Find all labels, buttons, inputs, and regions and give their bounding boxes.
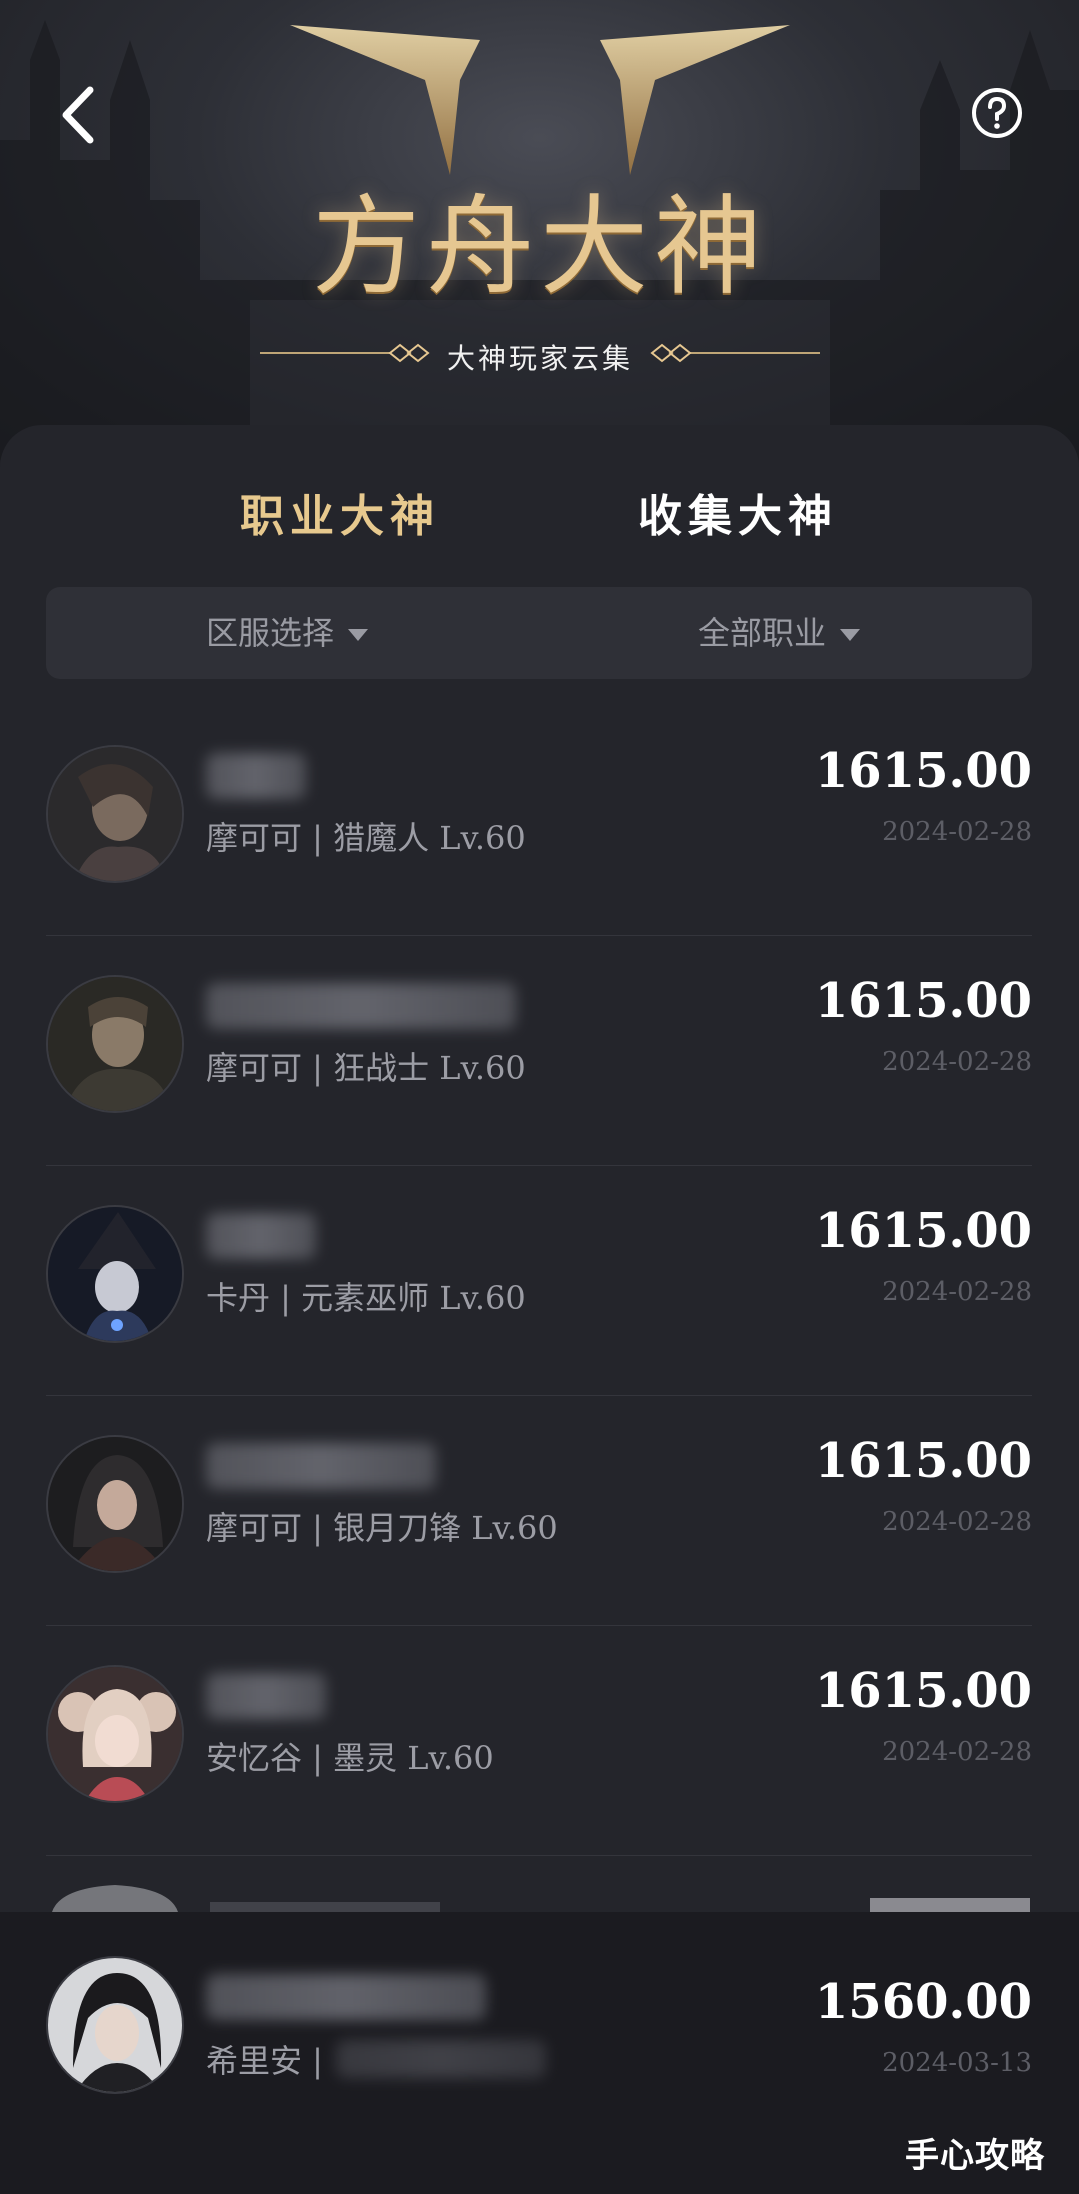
watermark-text: 手心攻略 [905,2136,1045,2176]
player-date: 2024-02-28 [882,1737,1032,1767]
player-server-class: 摩可可 | 狂战士 Lv.60 [206,1049,526,1087]
my-date: 2024-03-13 [882,2048,1032,2078]
avatar [46,1435,184,1573]
filter-bar: 区服选择 全部职业 [46,587,1032,679]
list-item[interactable]: 摩可可 | 银月刀锋 Lv.60 1615.00 2024-02-28 [46,1395,1032,1626]
class-redacted [336,2040,546,2078]
avatar [46,745,184,883]
player-score: 1615.00 [814,1663,1032,1719]
tab-bar: 职业大神 收集大神 [0,480,1079,611]
logo-subtitle: 大神玩家云集 [446,342,633,375]
hero-banner: 方舟大神 大神玩家云集 [0,0,1079,460]
player-score: 1615.00 [814,973,1032,1029]
player-score: 1615.00 [814,1203,1032,1259]
list-item-partial [0,1880,1079,1912]
my-score: 1560.00 [814,1974,1032,2030]
player-name-redacted [206,753,306,799]
player-date: 2024-02-28 [882,1047,1032,1077]
avatar [46,975,184,1113]
player-name-redacted [206,1673,326,1719]
avatar [46,1956,184,2094]
player-server-class: 摩可可 | 银月刀锋 Lv.60 [206,1509,558,1547]
player-server-class: 摩可可 | 猎魔人 Lv.60 [206,819,526,857]
list-item[interactable]: 摩可可 | 狂战士 Lv.60 1615.00 2024-02-28 [46,935,1032,1166]
job-select[interactable]: 全部职业 [698,587,861,679]
list-item[interactable]: 摩可可 | 猎魔人 Lv.60 1615.00 2024-02-28 [46,705,1032,936]
list-item[interactable]: 卡丹 | 元素巫师 Lv.60 1615.00 2024-02-28 [46,1165,1032,1396]
caret-down-icon [840,629,861,641]
player-server-class: 卡丹 | 元素巫师 Lv.60 [206,1279,526,1317]
caret-down-icon [348,629,369,641]
player-date: 2024-02-28 [882,1507,1032,1537]
player-score: 1615.00 [814,743,1032,799]
server-select[interactable]: 区服选择 [206,587,369,679]
help-button[interactable] [972,88,1022,138]
chevron-left-icon [62,86,94,144]
tab-job-masters[interactable]: 职业大神 [240,480,440,544]
question-circle-icon [988,96,1007,129]
player-name-redacted [206,1974,486,2020]
tab-collection-masters[interactable]: 收集大神 [638,480,838,544]
job-select-label: 全部职业 [698,614,827,652]
avatar [46,1665,184,1803]
player-name-redacted [206,1443,436,1489]
my-rank-row: 希里安 | 1560.00 2024-03-13 [46,1912,1032,2142]
player-name-redacted [206,983,516,1029]
back-button[interactable] [52,80,112,150]
player-score: 1615.00 [814,1433,1032,1489]
player-date: 2024-02-28 [882,817,1032,847]
player-date: 2024-02-28 [882,1277,1032,1307]
player-server-class: 安忆谷 | 墨灵 Lv.60 [206,1739,494,1777]
list-item[interactable]: 安忆谷 | 墨灵 Lv.60 1615.00 2024-02-28 [46,1625,1032,1856]
app-logo: 方舟大神 大神玩家云集 [250,25,830,385]
my-server-class: 希里安 | [206,2042,323,2080]
logo-title: 方舟大神 [311,185,768,310]
avatar [46,1205,184,1343]
server-select-label: 区服选择 [206,614,335,652]
player-name-redacted [206,1213,316,1259]
watermark-logo: 手心攻略 [905,2128,1045,2177]
